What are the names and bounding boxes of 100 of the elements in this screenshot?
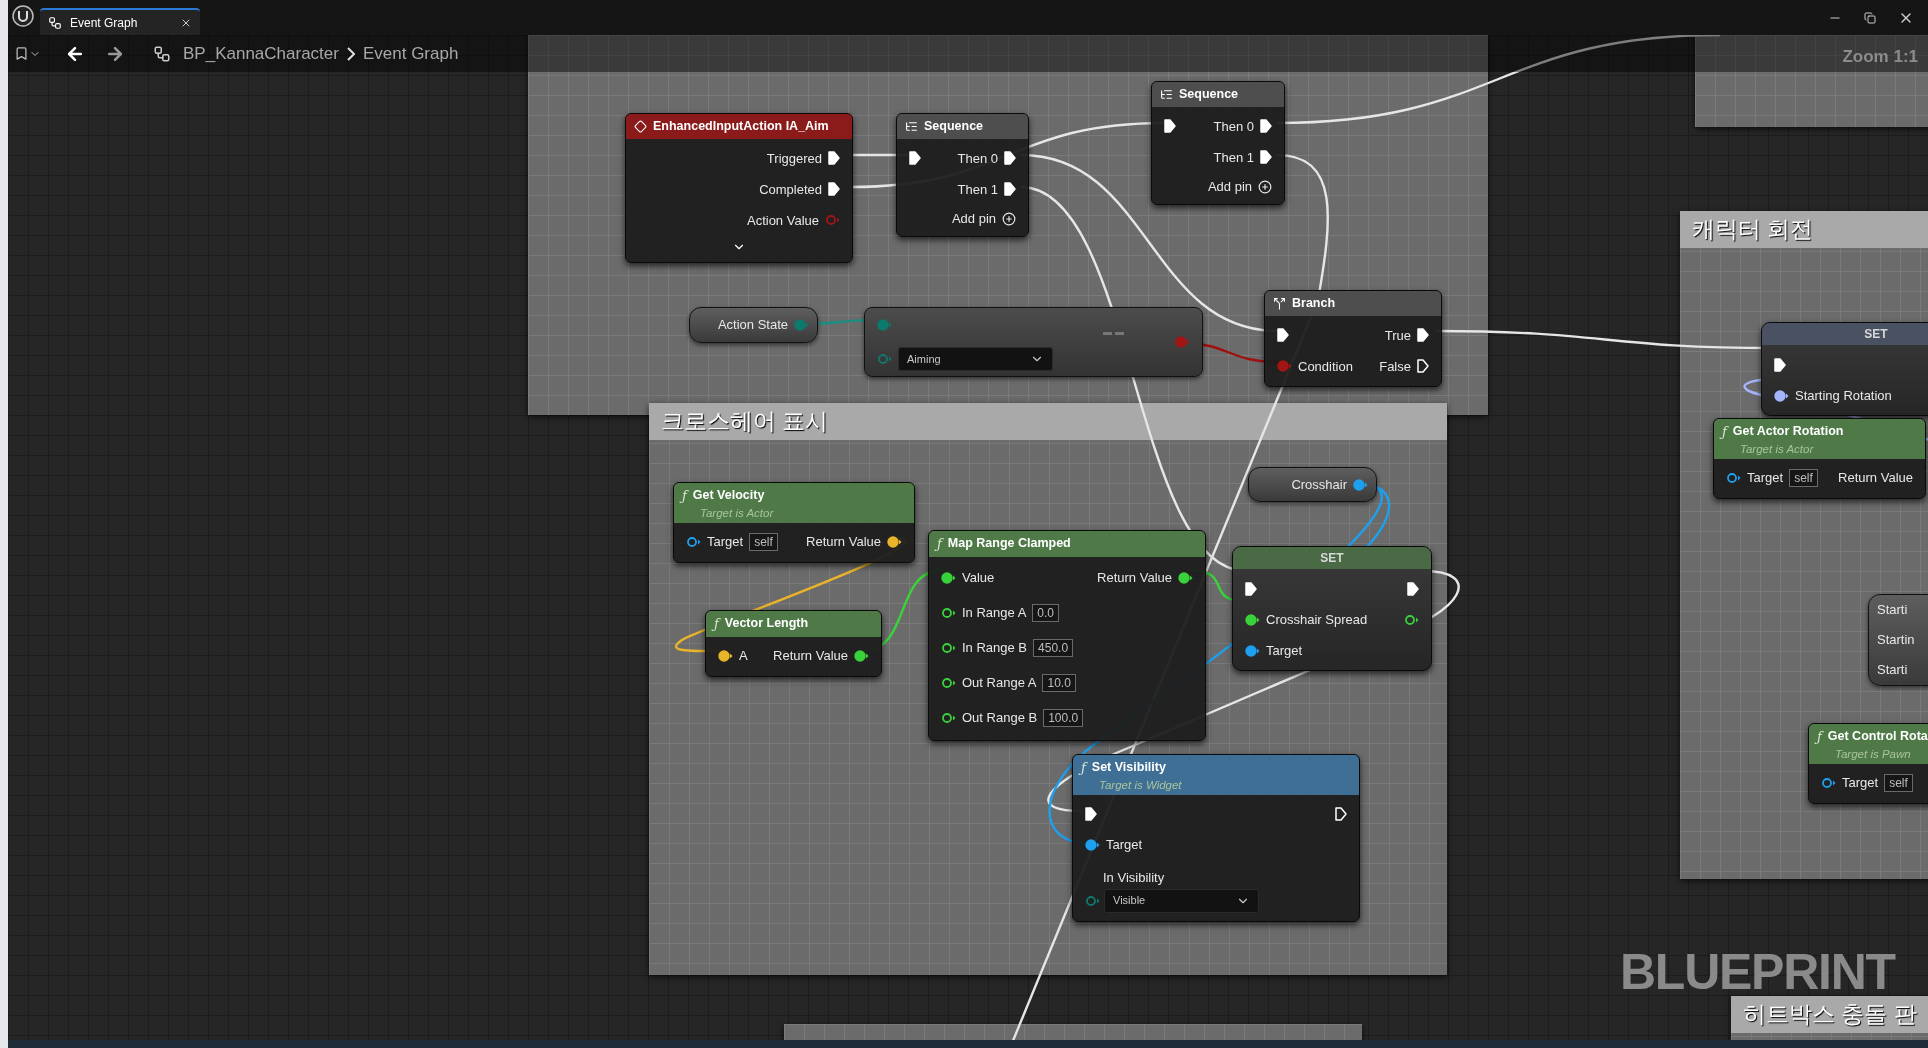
value-field[interactable]: 10.0 bbox=[1042, 674, 1076, 692]
pin-icon[interactable] bbox=[1245, 613, 1260, 626]
pin-label: Action State bbox=[717, 316, 788, 335]
exec-pin-icon[interactable] bbox=[909, 151, 921, 166]
pin-icon[interactable] bbox=[941, 642, 956, 654]
pin-icon[interactable] bbox=[1821, 777, 1836, 789]
exec-pin-icon[interactable] bbox=[1407, 581, 1419, 596]
pin-icon[interactable] bbox=[941, 712, 956, 724]
node-title: Map Range Clamped bbox=[947, 535, 1071, 553]
exec-pin-icon[interactable] bbox=[1260, 119, 1272, 134]
value-field[interactable]: self bbox=[1789, 469, 1818, 487]
node-subtitle: Target is Actor bbox=[1739, 441, 1815, 456]
graph-node[interactable]: Sequence Then 0 Then 1 Add pin bbox=[1151, 81, 1285, 206]
graph-node[interactable]: ƒ Map Range Clamped Value In Range A 0.0 In Range B 450.0 Out Range A 10.0 Out Range B 100.0 Return Value bbox=[928, 530, 1206, 741]
pin-icon[interactable] bbox=[718, 650, 733, 662]
equals-icon bbox=[1103, 330, 1125, 338]
breadcrumb-link[interactable]: BP_KannaCharacter bbox=[183, 40, 339, 67]
pin-icon[interactable] bbox=[1178, 572, 1193, 584]
pin-icon[interactable] bbox=[1245, 644, 1260, 657]
exec-pin-icon[interactable] bbox=[1417, 359, 1429, 374]
event-icon bbox=[634, 119, 647, 133]
pin-icon[interactable] bbox=[1085, 839, 1100, 851]
add-pin-button[interactable]: Add pin bbox=[951, 208, 1016, 229]
editor-tab[interactable]: Event Graph bbox=[40, 8, 200, 35]
pin-icon[interactable] bbox=[854, 650, 869, 662]
graph-node[interactable]: SET Starting Rotation bbox=[1761, 322, 1928, 416]
graph-node[interactable]: ƒ Get Actor Rotation Target is Actor Target self Return Value bbox=[1713, 418, 1926, 499]
comment-title: 히트박스 충돌 판 bbox=[1743, 1000, 1917, 1030]
pin-icon[interactable] bbox=[1774, 389, 1789, 402]
pin-label: False bbox=[1379, 357, 1411, 376]
value-field[interactable]: self bbox=[1884, 774, 1913, 792]
comment-title: 크로스헤어 표시 bbox=[661, 407, 829, 437]
graph-node[interactable]: ƒ Set Visibility Target is Widget Target In Visibility Visible bbox=[1072, 754, 1360, 922]
exec-pin-icon[interactable] bbox=[828, 182, 840, 197]
value-field[interactable]: 0.0 bbox=[1032, 604, 1059, 622]
add-pin-button[interactable]: Add pin bbox=[1207, 176, 1272, 197]
pin-label: Then 1 bbox=[957, 180, 998, 199]
pin-label: Out Range A bbox=[962, 674, 1037, 693]
value-field[interactable]: 450.0 bbox=[1033, 639, 1074, 657]
pin-label: Starti bbox=[1877, 661, 1908, 680]
graph-node[interactable]: SET Crosshair Spread Target bbox=[1232, 546, 1432, 671]
dropdown[interactable]: Aiming bbox=[898, 347, 1053, 371]
exec-pin-icon[interactable] bbox=[1277, 328, 1289, 343]
graph-node[interactable]: Aiming bbox=[864, 307, 1203, 377]
variable-node[interactable]: Starti Startin Starti bbox=[1868, 594, 1928, 686]
graph-node[interactable]: EnhancedInputAction IA_Aim Triggered Completed Action Value bbox=[625, 113, 853, 263]
pin-label: Crosshair Spread bbox=[1266, 610, 1368, 629]
graph-node[interactable]: ƒ Vector Length A Return Value bbox=[705, 610, 882, 677]
pin-label: Then 1 bbox=[1213, 148, 1254, 167]
pin-label: Condition bbox=[1298, 357, 1353, 376]
restore-icon[interactable] bbox=[1864, 11, 1876, 24]
graph-node[interactable]: Sequence Then 0 Then 1 Add pin bbox=[896, 113, 1029, 238]
pin-label: Completed bbox=[759, 180, 822, 199]
bookmark-button[interactable] bbox=[14, 46, 41, 61]
value-field[interactable]: self bbox=[749, 533, 778, 551]
exec-pin-icon[interactable] bbox=[1260, 150, 1272, 165]
pin-label: Value bbox=[962, 569, 995, 588]
node-title: Branch bbox=[1292, 295, 1336, 312]
graph-node[interactable]: ƒ Get Velocity Target is Actor Target self Return Value bbox=[673, 482, 915, 563]
node-title: SET bbox=[1320, 550, 1344, 567]
pin-icon[interactable] bbox=[941, 572, 956, 584]
node-title: Get Velocity bbox=[692, 487, 765, 505]
exec-pin-icon[interactable] bbox=[1085, 807, 1097, 821]
pin-label: Target bbox=[1266, 641, 1303, 660]
value-field[interactable]: 100.0 bbox=[1043, 709, 1084, 727]
pin-icon[interactable] bbox=[686, 536, 701, 548]
graph-node[interactable]: Branch Condition True False bbox=[1264, 290, 1442, 387]
pin-label: Target bbox=[1747, 469, 1784, 488]
pin-icon[interactable] bbox=[941, 677, 956, 689]
pin-label: Return Value bbox=[1838, 469, 1913, 488]
branch-icon bbox=[1273, 296, 1286, 310]
exec-pin-icon[interactable] bbox=[1004, 182, 1016, 197]
exec-pin-icon[interactable] bbox=[1335, 807, 1347, 821]
pin-icon[interactable] bbox=[1726, 472, 1741, 484]
pin-icon[interactable] bbox=[1404, 613, 1419, 626]
pin-label: Return Value bbox=[806, 533, 881, 552]
node-title: Vector Length bbox=[724, 615, 809, 633]
exec-pin-icon[interactable] bbox=[1245, 581, 1257, 596]
chevron-right-icon bbox=[346, 46, 355, 61]
breadcrumb-link[interactable]: Event Graph bbox=[362, 40, 459, 67]
dropdown[interactable]: Visible bbox=[1104, 888, 1259, 913]
variable-node[interactable]: Crosshair bbox=[1248, 467, 1377, 502]
exec-pin-icon[interactable] bbox=[828, 151, 840, 166]
sequence-icon bbox=[905, 119, 918, 133]
exec-pin-icon[interactable] bbox=[1004, 151, 1016, 166]
pin-label: In Range A bbox=[962, 604, 1027, 623]
pin-icon[interactable] bbox=[941, 607, 956, 619]
plus-icon bbox=[1002, 211, 1016, 226]
comment-title: 캐릭터 회전 bbox=[1692, 215, 1814, 245]
variable-node[interactable]: Action State bbox=[689, 307, 818, 343]
exec-pin-icon[interactable] bbox=[1164, 119, 1176, 134]
pin-label: In Visibility bbox=[1103, 869, 1165, 885]
pin-label: Target bbox=[1842, 774, 1879, 793]
exec-pin-icon[interactable] bbox=[1774, 357, 1786, 372]
pin-icon[interactable] bbox=[887, 536, 902, 548]
pin-label: Return Value bbox=[773, 647, 848, 666]
pin-label: Then 0 bbox=[1213, 117, 1254, 136]
graph-node[interactable]: ƒ Get Control Rota Target is Pawn Target self bbox=[1808, 723, 1928, 804]
node-title: Get Control Rota bbox=[1827, 728, 1928, 746]
exec-pin-icon[interactable] bbox=[1417, 328, 1429, 343]
